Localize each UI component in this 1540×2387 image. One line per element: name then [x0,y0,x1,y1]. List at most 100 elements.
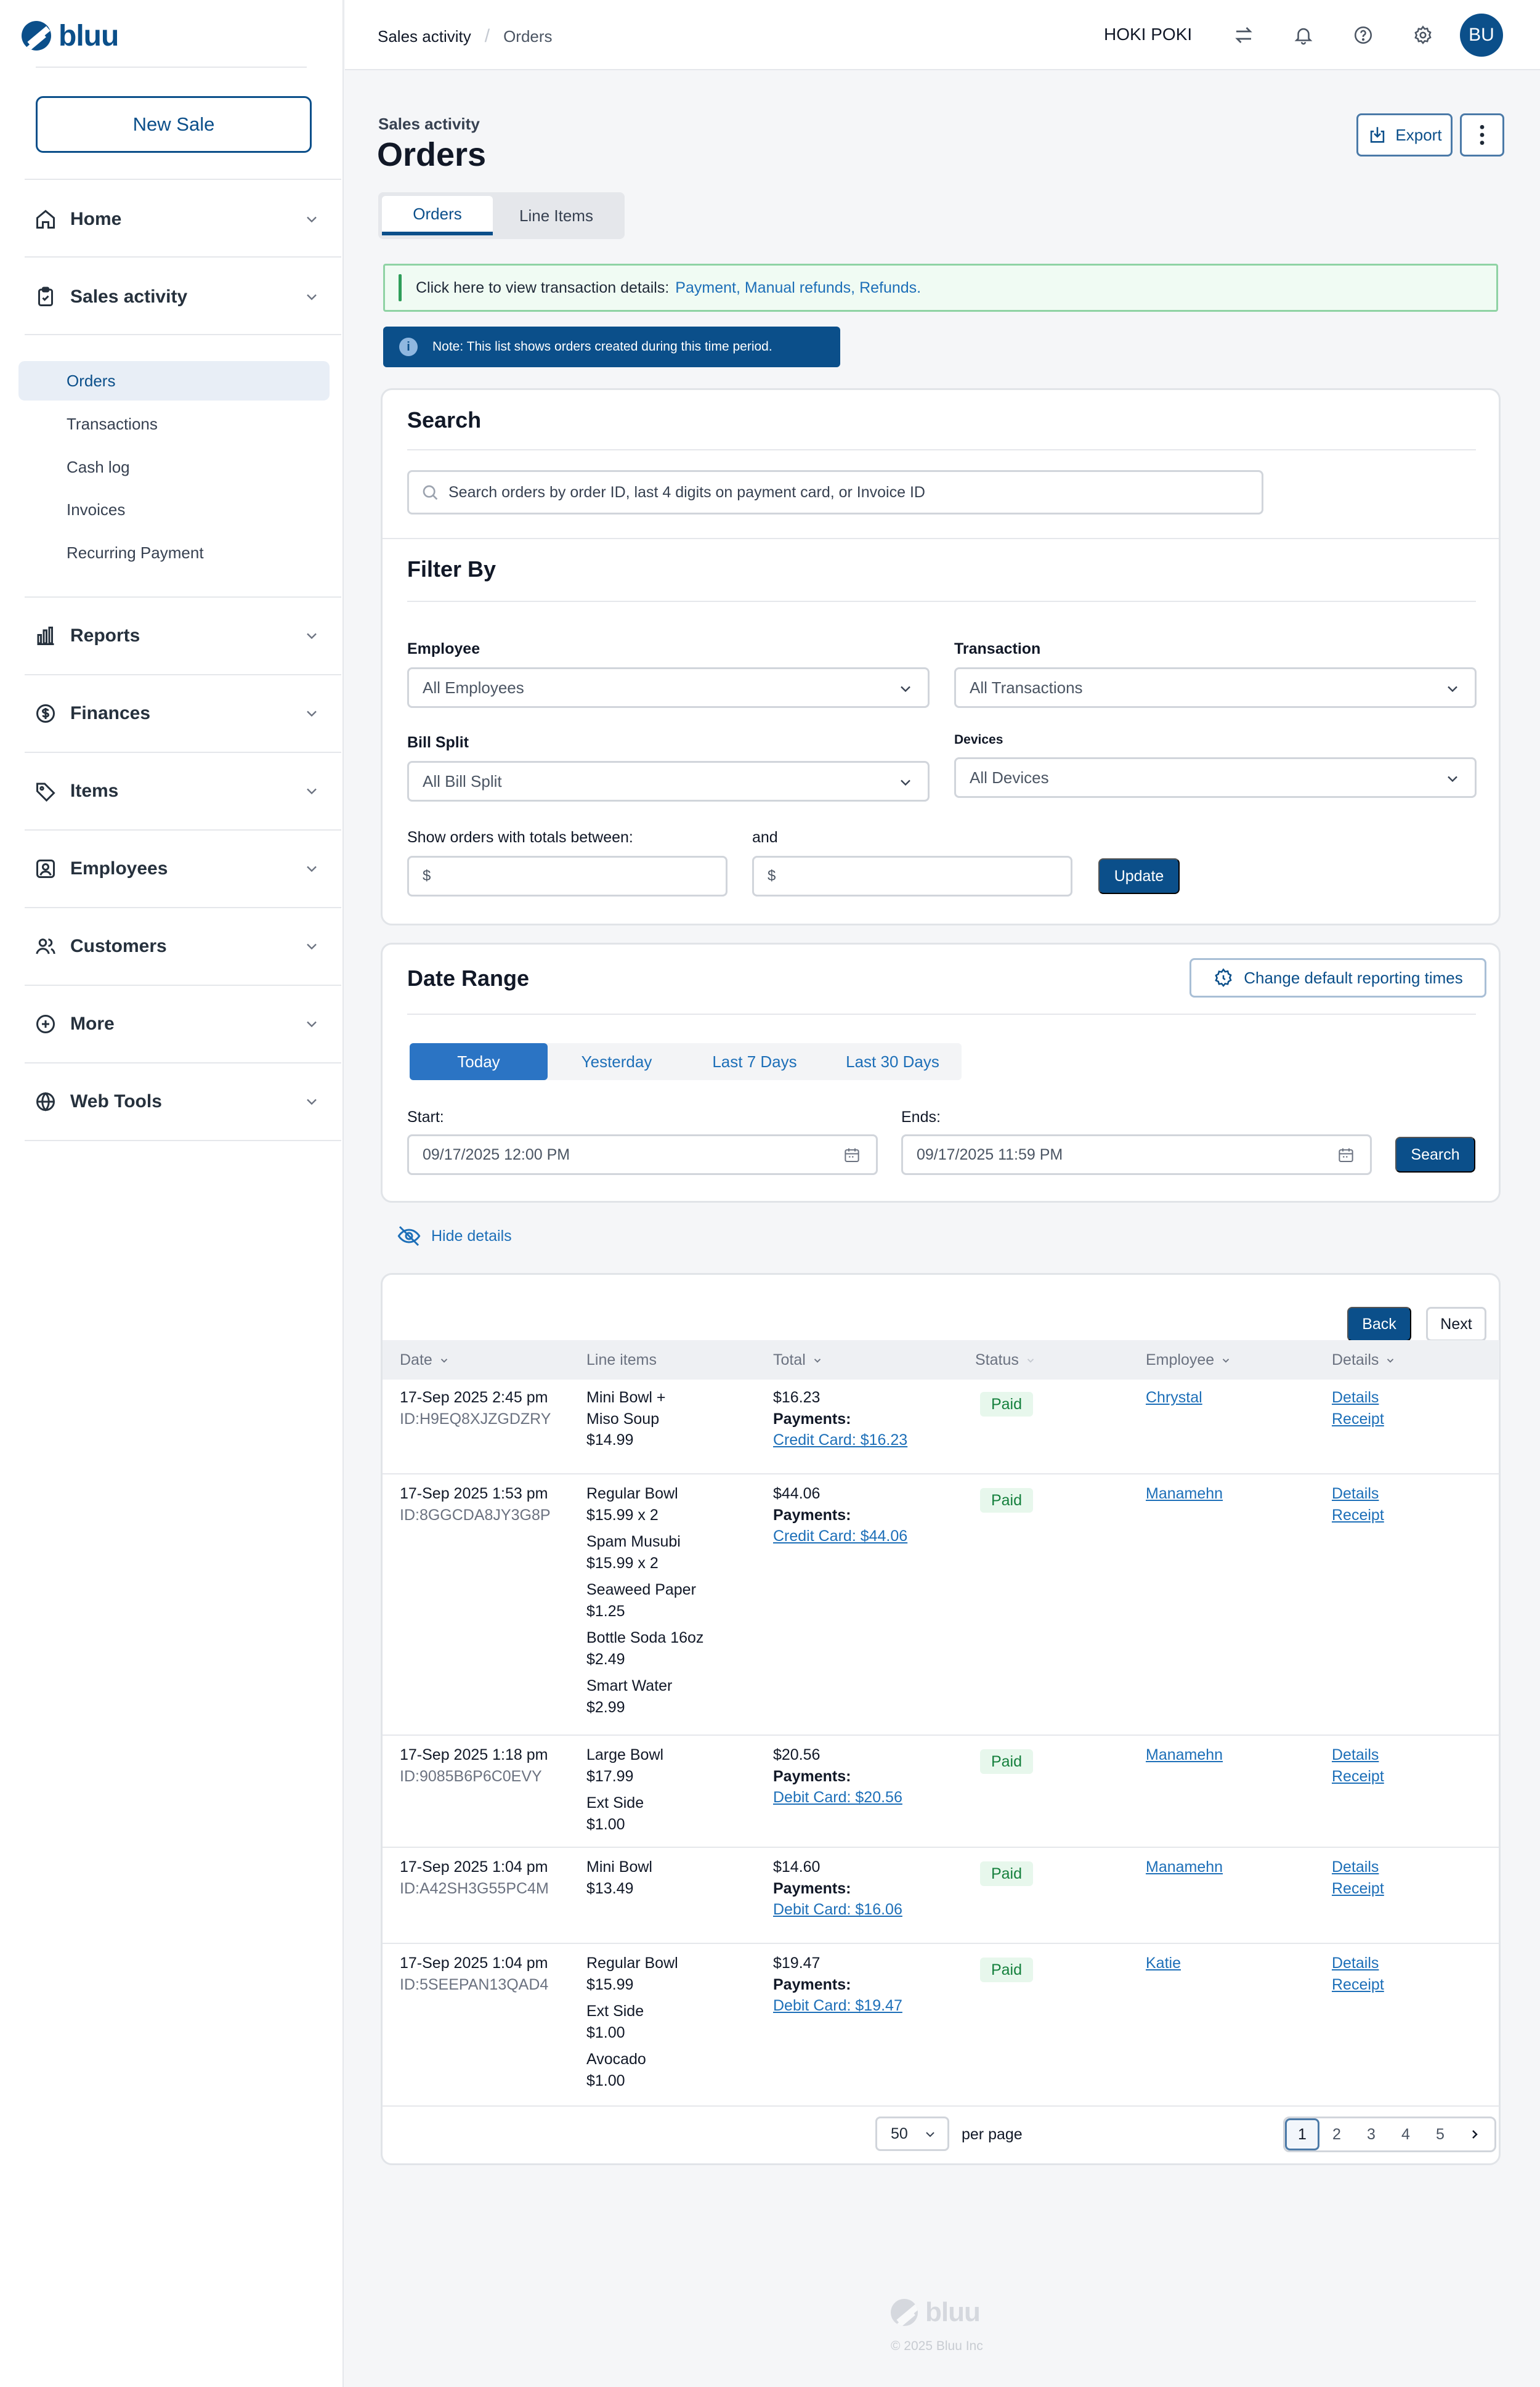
details-link[interactable]: Details [1332,1858,1379,1876]
nav-divider [25,1062,341,1063]
next-button[interactable]: Next [1426,1307,1486,1341]
sidebar-item-more[interactable]: More [25,999,326,1049]
sidebar-item-customers[interactable]: Customers [25,922,326,971]
preset-today[interactable]: Today [410,1043,548,1080]
preset-last-7-days[interactable]: Last 7 Days [686,1043,824,1080]
payment-link[interactable]: Credit Card: $16.23 [773,1431,907,1449]
sidebar-subitem-recurring-payment[interactable]: Recurring Payment [18,533,330,572]
bluu-logo-icon [22,21,51,51]
back-button[interactable]: Back [1347,1307,1411,1341]
payment-link[interactable]: Debit Card: $20.56 [773,1789,902,1806]
page-5[interactable]: 5 [1423,2118,1457,2150]
gear-icon[interactable] [1410,22,1436,48]
employee-link[interactable]: Katie [1146,1954,1181,1972]
sidebar-item-reports[interactable]: Reports [25,611,326,661]
transaction-select[interactable]: All Transactions [954,667,1477,708]
new-sale-button[interactable]: New Sale [36,96,312,153]
currency-prefix: $ [423,868,431,884]
min-total-input[interactable]: $ [407,856,727,897]
tab-line-items[interactable]: Line Items [493,196,620,235]
export-button[interactable]: Export [1356,113,1453,157]
employee-select[interactable]: All Employees [407,667,930,708]
change-reporting-times-button[interactable]: Change default reporting times [1189,958,1486,998]
sidebar-subitem-transactions[interactable]: Transactions [18,404,330,444]
date-search-button[interactable]: Search [1395,1137,1475,1173]
sidebar-item-label: Customers [70,936,167,956]
note-text: Note: This list shows orders created dur… [432,340,772,354]
switch-arrows-icon[interactable] [1231,22,1257,48]
employee-link[interactable]: Manamehn [1146,1858,1223,1876]
details-link[interactable]: Details [1332,1389,1379,1406]
chevron-down-icon [926,2132,934,2137]
start-date-input[interactable]: 09/17/2025 12:00 PM [407,1134,878,1175]
sidebar-item-items[interactable]: Items [25,767,326,816]
update-button[interactable]: Update [1098,858,1180,894]
col-status[interactable]: Status [975,1351,1036,1369]
chevron-down-icon [307,943,317,950]
payment-link[interactable]: Credit Card: $44.06 [773,1527,907,1545]
eye-off-icon [397,1226,421,1246]
nav-divider [25,1140,341,1141]
payment-link[interactable]: Debit Card: $19.47 [773,1997,902,2014]
receipt-link[interactable]: Receipt [1332,1976,1384,1993]
store-name[interactable]: HOKI POKI [1104,25,1192,44]
payment-link[interactable]: Debit Card: $16.06 [773,1901,902,1918]
page-4[interactable]: 4 [1388,2118,1423,2150]
col-date[interactable]: Date [400,1351,450,1369]
max-total-input[interactable]: $ [752,856,1072,897]
sidebar-subitem-invoices[interactable]: Invoices [18,490,330,529]
bell-icon[interactable] [1291,22,1316,48]
breadcrumb: Sales activity / Orders [378,26,553,47]
breadcrumb-sales-activity[interactable]: Sales activity [378,27,471,46]
hide-details-toggle[interactable]: Hide details [397,1224,512,1248]
nav-divider [25,985,341,986]
employee-link[interactable]: Chrystal [1146,1389,1202,1406]
receipt-link[interactable]: Receipt [1332,1880,1384,1897]
nav-divider [25,829,341,831]
sidebar-item-web-tools[interactable]: Web Tools [25,1077,326,1126]
sidebar-item-employees[interactable]: Employees [25,844,326,893]
receipt-link[interactable]: Receipt [1332,1410,1384,1428]
preset-last-30-days[interactable]: Last 30 Days [824,1043,962,1080]
receipt-link[interactable]: Receipt [1332,1768,1384,1785]
details-link[interactable]: Details [1332,1485,1379,1502]
order-date-cell: 17-Sep 2025 1:04 pm ID:5SEEPAN13QAD4 [400,1954,549,1993]
alert-links[interactable]: Payment, Manual refunds, Refunds. [675,279,921,297]
employee-link[interactable]: Manamehn [1146,1485,1223,1502]
sidebar-subitem-cash-log[interactable]: Cash log [18,447,330,487]
alert-text: Click here to view transaction details: [416,279,670,296]
sidebar-item-home[interactable]: Home [25,195,326,244]
page-1[interactable]: 1 [1285,2118,1319,2150]
details-link[interactable]: Details [1332,1954,1379,1972]
details-cell: Details Receipt [1332,1856,1384,1899]
more-options-button[interactable] [1460,113,1504,157]
details-link[interactable]: Details [1332,1746,1379,1763]
avatar[interactable]: BU [1460,14,1503,57]
next-page-button[interactable] [1457,2118,1492,2150]
preset-yesterday[interactable]: Yesterday [548,1043,686,1080]
sidebar-item-sales-activity[interactable]: Sales activity [25,272,326,322]
per-page-select[interactable]: 50 [875,2117,949,2151]
search-input[interactable]: Search orders by order ID, last 4 digits… [407,470,1263,514]
page-3[interactable]: 3 [1354,2118,1388,2150]
bill-split-select[interactable]: All Bill Split [407,761,930,802]
calendar-icon[interactable] [1337,1146,1355,1165]
end-date-input[interactable]: 09/17/2025 11:59 PM [901,1134,1372,1175]
calendar-icon[interactable] [843,1146,861,1165]
sidebar-subitem-orders[interactable]: Orders [18,361,330,401]
help-icon[interactable] [1350,22,1376,48]
receipt-link[interactable]: Receipt [1332,1507,1384,1524]
devices-select[interactable]: All Devices [954,757,1477,798]
tab-orders[interactable]: Orders [382,196,493,235]
col-employee[interactable]: Employee [1146,1351,1231,1369]
page-2[interactable]: 2 [1319,2118,1354,2150]
chevron-down-icon [307,633,317,640]
sort-icon [440,1358,447,1363]
employee-link[interactable]: Manamehn [1146,1746,1223,1763]
col-details[interactable]: Details [1332,1351,1396,1369]
col-total[interactable]: Total [773,1351,823,1369]
brand-logo[interactable]: bluu [22,17,119,54]
sidebar-item-finances[interactable]: Finances [25,689,326,738]
table-header: Date Line items Total Status Employee De… [383,1340,1499,1380]
transaction-details-alert[interactable]: Click here to view transaction details: … [383,264,1498,312]
